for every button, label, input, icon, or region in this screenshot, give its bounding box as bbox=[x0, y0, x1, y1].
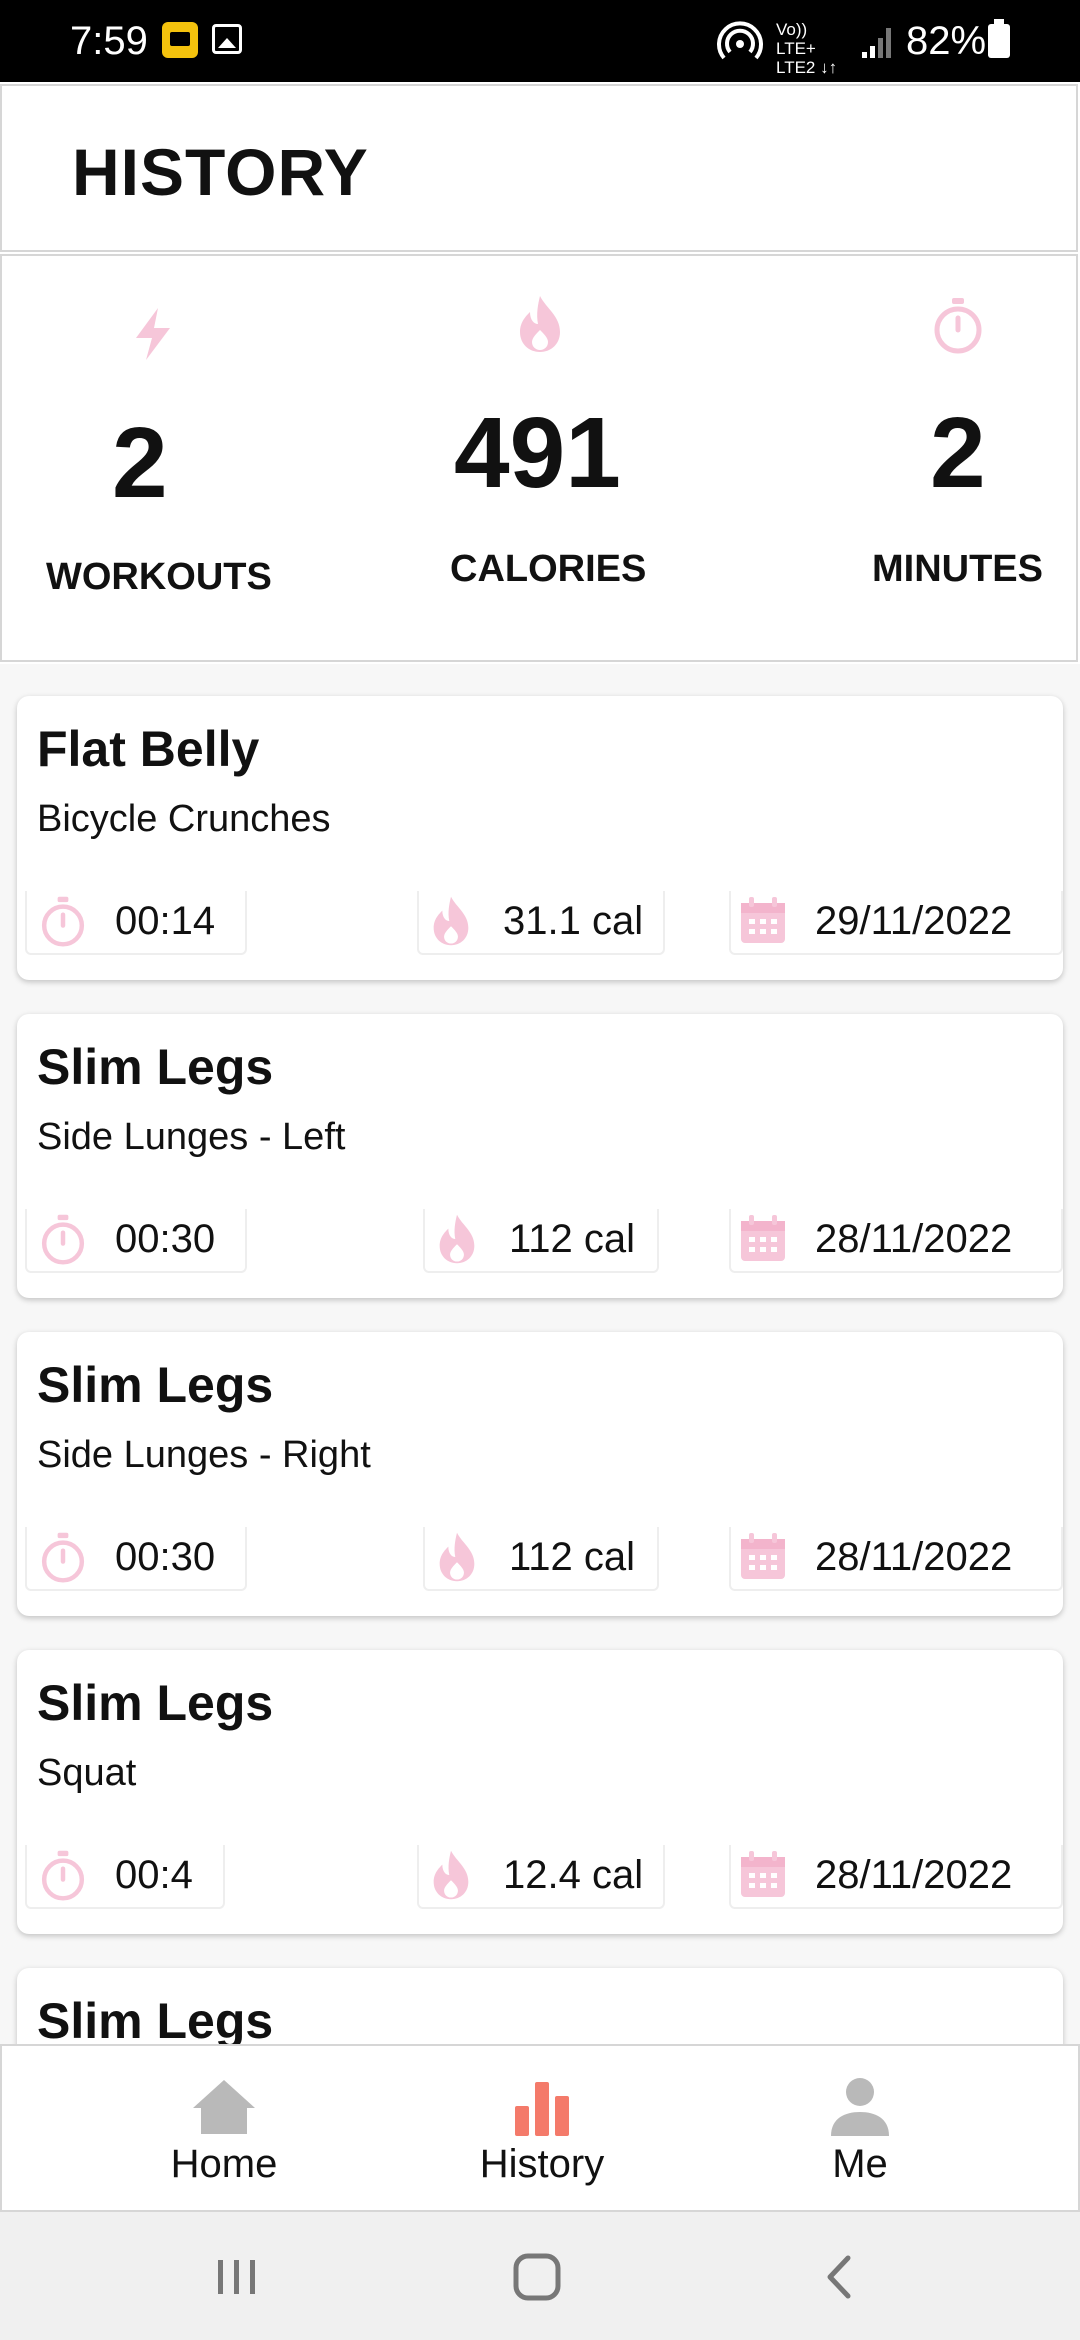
person-icon bbox=[831, 2078, 889, 2136]
history-list[interactable]: Flat Belly Bicycle Crunches 00:14 31.1 c… bbox=[0, 664, 1080, 2044]
calendar-icon bbox=[741, 897, 785, 943]
duration-value: 00:4 bbox=[115, 1852, 193, 1897]
stopwatch-icon bbox=[41, 1850, 85, 1901]
exercise-name: Side Lunges - Left bbox=[37, 1116, 346, 1158]
workout-title: Slim Legs bbox=[37, 1039, 274, 1095]
minutes-label: MINUTES bbox=[872, 548, 1043, 590]
duration-metric: 00:4 bbox=[37, 1840, 193, 1910]
home-icon bbox=[193, 2080, 255, 2134]
minutes-value: 2 bbox=[930, 397, 986, 509]
stats-summary: 2 WORKOUTS 491 CALORIES 2 MINUTES bbox=[0, 254, 1078, 662]
stopwatch-icon bbox=[41, 1532, 85, 1583]
calories-value: 12.4 cal bbox=[503, 1852, 644, 1897]
back-icon[interactable] bbox=[812, 2252, 872, 2302]
duration-metric: 00:30 bbox=[37, 1522, 215, 1592]
flame-icon bbox=[439, 1214, 475, 1264]
page-header: HISTORY bbox=[0, 84, 1078, 252]
hotspot-icon bbox=[717, 21, 763, 60]
stopwatch-icon bbox=[934, 298, 982, 354]
history-card[interactable]: Slim Legs bbox=[17, 1968, 1063, 2044]
calories-metric: 12.4 cal bbox=[425, 1840, 643, 1910]
image-notification-icon bbox=[212, 24, 242, 54]
nav-home-label: Home bbox=[170, 2142, 278, 2186]
date-metric: 28/11/2022 bbox=[737, 1204, 1012, 1274]
history-card[interactable]: Slim Legs Side Lunges - Left 00:30 112 c… bbox=[17, 1014, 1063, 1298]
battery-level: 82% bbox=[906, 19, 987, 63]
flame-icon bbox=[433, 1850, 469, 1900]
flame-icon bbox=[439, 1532, 475, 1582]
exercise-name: Bicycle Crunches bbox=[37, 798, 331, 840]
battery-icon bbox=[988, 19, 1010, 58]
calories-metric: 31.1 cal bbox=[425, 886, 643, 956]
calories-metric: 112 cal bbox=[431, 1204, 635, 1274]
duration-value: 00:30 bbox=[115, 1534, 216, 1579]
flame-icon bbox=[433, 896, 469, 946]
date-value: 28/11/2022 bbox=[815, 1852, 1013, 1897]
workout-title: Slim Legs bbox=[37, 1993, 274, 2044]
calories-label: CALORIES bbox=[450, 548, 647, 590]
calories-metric: 112 cal bbox=[431, 1522, 635, 1592]
duration-metric: 00:30 bbox=[37, 1204, 215, 1274]
status-bar: 7:59 Vo)) LTE+ LTE2 ↓↑ 82% bbox=[0, 0, 1080, 82]
network-bottom-label: LTE2 ↓↑ bbox=[776, 58, 838, 77]
network-indicator: Vo)) LTE+ LTE2 ↓↑ bbox=[776, 20, 846, 77]
duration-value: 00:14 bbox=[115, 898, 216, 943]
calories-value: 112 cal bbox=[509, 1216, 636, 1261]
exercise-name: Squat bbox=[37, 1752, 137, 1794]
file-notification-icon bbox=[162, 22, 198, 58]
system-navigation bbox=[0, 2212, 1080, 2340]
status-time: 7:59 bbox=[70, 19, 148, 63]
calories-value: 112 cal bbox=[509, 1534, 636, 1579]
duration-metric: 00:14 bbox=[37, 886, 215, 956]
calendar-icon bbox=[741, 1533, 785, 1579]
workout-title: Flat Belly bbox=[37, 721, 260, 777]
calendar-icon bbox=[741, 1215, 785, 1261]
signal-icon bbox=[862, 28, 891, 58]
nav-history[interactable]: History bbox=[442, 2076, 642, 2187]
nav-me[interactable]: Me bbox=[760, 2076, 960, 2187]
page-title: HISTORY bbox=[72, 135, 369, 209]
workout-title: Slim Legs bbox=[37, 1357, 274, 1413]
recent-apps-icon[interactable] bbox=[206, 2252, 266, 2302]
nav-me-label: Me bbox=[832, 2142, 888, 2186]
workouts-label: WORKOUTS bbox=[46, 556, 272, 598]
date-value: 28/11/2022 bbox=[815, 1216, 1013, 1261]
stopwatch-icon bbox=[41, 896, 85, 947]
bottom-navigation: Home History Me bbox=[0, 2044, 1080, 2212]
calories-value: 491 bbox=[454, 397, 621, 509]
workouts-value: 2 bbox=[112, 407, 168, 519]
lightning-icon bbox=[136, 308, 170, 360]
nav-home[interactable]: Home bbox=[124, 2076, 324, 2187]
workout-title: Slim Legs bbox=[37, 1675, 274, 1731]
history-card[interactable]: Slim Legs Squat 00:4 12.4 cal 28/11/2022 bbox=[17, 1650, 1063, 1934]
history-card[interactable]: Slim Legs Side Lunges - Right 00:30 112 … bbox=[17, 1332, 1063, 1616]
bar-chart-icon bbox=[515, 2082, 569, 2136]
duration-value: 00:30 bbox=[115, 1216, 216, 1261]
home-button-icon[interactable] bbox=[508, 2252, 568, 2302]
calories-value: 31.1 cal bbox=[503, 898, 644, 943]
exercise-name: Side Lunges - Right bbox=[37, 1434, 371, 1476]
flame-icon bbox=[520, 296, 560, 352]
history-card[interactable]: Flat Belly Bicycle Crunches 00:14 31.1 c… bbox=[17, 696, 1063, 980]
date-metric: 28/11/2022 bbox=[737, 1522, 1012, 1592]
date-value: 28/11/2022 bbox=[815, 1534, 1013, 1579]
date-value: 29/11/2022 bbox=[815, 898, 1013, 943]
date-metric: 28/11/2022 bbox=[737, 1840, 1012, 1910]
stopwatch-icon bbox=[41, 1214, 85, 1265]
network-top-label: Vo)) LTE+ bbox=[776, 20, 816, 58]
date-metric: 29/11/2022 bbox=[737, 886, 1012, 956]
nav-history-label: History bbox=[479, 2142, 605, 2186]
calendar-icon bbox=[741, 1851, 785, 1897]
